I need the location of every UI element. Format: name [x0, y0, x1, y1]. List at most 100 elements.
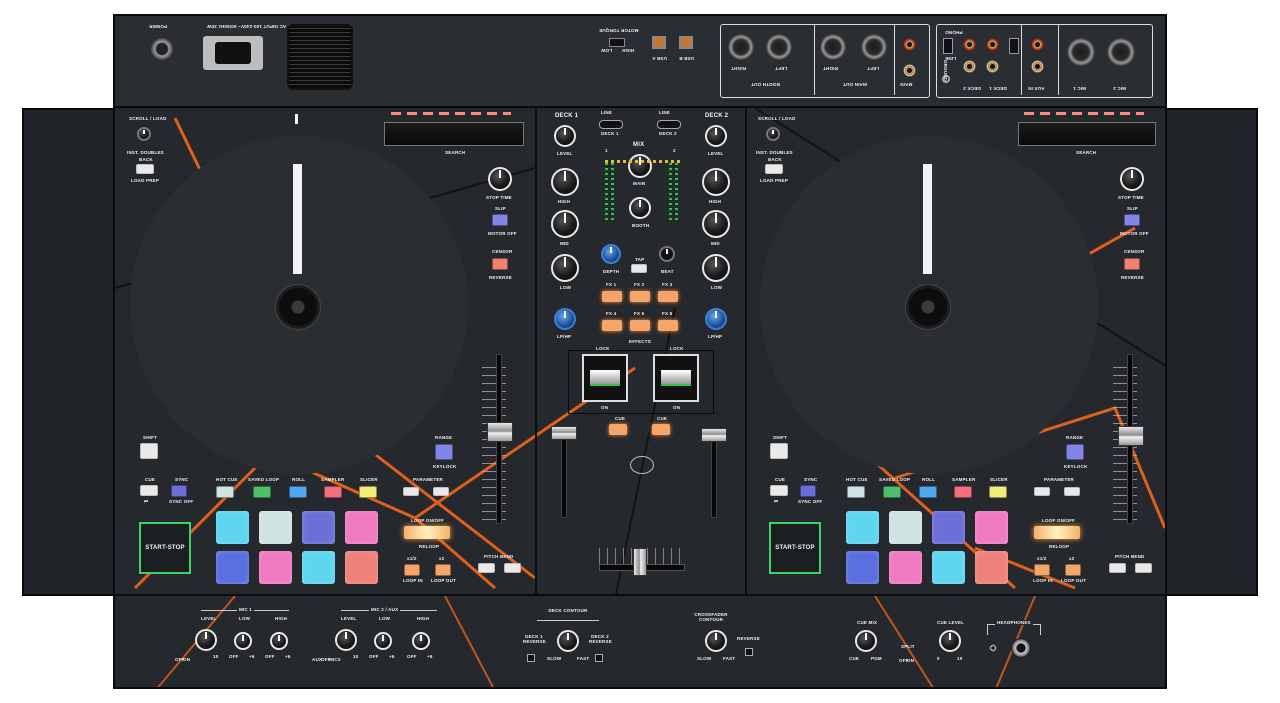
- pad-8[interactable]: [345, 551, 378, 584]
- stop-time-knob[interactable]: [488, 167, 512, 191]
- deck2-level-knob[interactable]: [705, 125, 727, 147]
- fx6-button[interactable]: [658, 320, 678, 331]
- deck2-channel-fader[interactable]: [701, 428, 727, 442]
- deck1-level-knob[interactable]: [554, 125, 576, 147]
- scroll-load-knob[interactable]: [137, 127, 151, 141]
- crossfader-contour-knob[interactable]: [705, 630, 727, 652]
- keylock-button-right[interactable]: [1066, 444, 1084, 460]
- back-button-right[interactable]: [765, 164, 783, 174]
- slicer-button-right[interactable]: [989, 486, 1007, 498]
- roll-button[interactable]: [289, 486, 307, 498]
- deck1-cue-button[interactable]: [609, 424, 627, 435]
- fx5-button[interactable]: [630, 320, 650, 331]
- shift-button[interactable]: [140, 443, 158, 459]
- pad-3-right[interactable]: [932, 511, 965, 544]
- pad-1[interactable]: [216, 511, 249, 544]
- deck1-mid-knob[interactable]: [551, 210, 579, 238]
- pad-7-right[interactable]: [932, 551, 965, 584]
- slip-button-right[interactable]: [1124, 214, 1140, 226]
- roll-button-right[interactable]: [919, 486, 937, 498]
- deck2-cue-button[interactable]: [652, 424, 670, 435]
- deck2-fx-paddle[interactable]: [653, 354, 699, 402]
- deck1-channel-fader[interactable]: [551, 426, 577, 440]
- pitch-bend-minus-button-right[interactable]: [1109, 563, 1126, 573]
- pad-1-right[interactable]: [846, 511, 879, 544]
- booth-knob[interactable]: [629, 197, 651, 219]
- pad-4[interactable]: [345, 511, 378, 544]
- deck2-phono-line-switch[interactable]: [1009, 38, 1019, 54]
- censor-button-right[interactable]: [1124, 258, 1140, 270]
- cue-level-knob[interactable]: [939, 630, 961, 652]
- hot-cue-button[interactable]: [216, 486, 234, 498]
- mic1-high-knob[interactable]: [270, 632, 288, 650]
- pitch-bend-plus-button[interactable]: [504, 563, 521, 573]
- loop-in-button-right[interactable]: [1034, 564, 1050, 576]
- sync-button-right[interactable]: [800, 485, 816, 497]
- pad-6-right[interactable]: [889, 551, 922, 584]
- scroll-load-knob-right[interactable]: [766, 127, 780, 141]
- censor-button[interactable]: [492, 258, 508, 270]
- search-strip-right[interactable]: [1018, 122, 1156, 146]
- loop-on-off-button[interactable]: [404, 526, 450, 539]
- usb-a-port[interactable]: [652, 36, 666, 49]
- pad-5-right[interactable]: [846, 551, 879, 584]
- deck2-filter-knob[interactable]: [705, 308, 727, 330]
- mic1-level-knob[interactable]: [195, 629, 217, 651]
- saved-loop-button-right[interactable]: [883, 486, 901, 498]
- fx-depth-knob[interactable]: [601, 244, 621, 264]
- sync-button[interactable]: [171, 485, 187, 497]
- deck1-input-selector[interactable]: [599, 120, 623, 129]
- hot-cue-button-right[interactable]: [847, 486, 865, 498]
- mic2-level-knob[interactable]: [335, 629, 357, 651]
- deck2-low-knob[interactable]: [702, 254, 730, 282]
- xf-reverse-switch[interactable]: [745, 648, 753, 656]
- slip-button[interactable]: [492, 214, 508, 226]
- sampler-button[interactable]: [324, 486, 342, 498]
- deck1-phono-line-switch[interactable]: [943, 38, 953, 54]
- fx4-button[interactable]: [602, 320, 622, 331]
- shift-button-right[interactable]: [770, 443, 788, 459]
- pad-3[interactable]: [302, 511, 335, 544]
- search-strip[interactable]: [384, 122, 524, 146]
- cue-button[interactable]: [140, 485, 158, 496]
- pad-2-right[interactable]: [889, 511, 922, 544]
- pitch-bend-minus-button[interactable]: [478, 563, 495, 573]
- fx2-button[interactable]: [630, 291, 650, 302]
- cue-button-right[interactable]: [770, 485, 788, 496]
- parameter-right-button[interactable]: [433, 487, 449, 496]
- deck2-reverse-switch[interactable]: [595, 654, 603, 662]
- stop-time-knob-right[interactable]: [1120, 167, 1144, 191]
- pitch-bend-plus-button-right[interactable]: [1135, 563, 1152, 573]
- power-switch[interactable]: [151, 38, 173, 60]
- deck1-reverse-switch[interactable]: [527, 654, 535, 662]
- saved-loop-button[interactable]: [253, 486, 271, 498]
- pitch-fader-right[interactable]: [1118, 426, 1144, 446]
- motor-torque-switch[interactable]: [609, 38, 625, 47]
- sampler-button-right[interactable]: [954, 486, 972, 498]
- beat-knob[interactable]: [659, 246, 675, 262]
- deck2-high-knob[interactable]: [702, 168, 730, 196]
- deck-contour-knob[interactable]: [557, 630, 579, 652]
- usb-b-port[interactable]: [679, 36, 693, 49]
- cue-mix-knob[interactable]: [855, 630, 877, 652]
- fx3-button[interactable]: [658, 291, 678, 302]
- parameter-left-button[interactable]: [403, 487, 419, 496]
- deck2-mid-knob[interactable]: [702, 210, 730, 238]
- mic2-high-knob[interactable]: [412, 632, 430, 650]
- pad-2[interactable]: [259, 511, 292, 544]
- loop-out-button-right[interactable]: [1065, 564, 1081, 576]
- mic2-low-knob[interactable]: [374, 632, 392, 650]
- pad-8-right[interactable]: [975, 551, 1008, 584]
- deck2-input-selector[interactable]: [657, 120, 681, 129]
- loop-out-button[interactable]: [435, 564, 451, 576]
- fx1-button[interactable]: [602, 291, 622, 302]
- pad-7[interactable]: [302, 551, 335, 584]
- parameter-left-button-right[interactable]: [1034, 487, 1050, 496]
- deck1-filter-knob[interactable]: [554, 308, 576, 330]
- slicer-button[interactable]: [359, 486, 377, 498]
- tap-button[interactable]: [631, 264, 647, 273]
- loop-in-button[interactable]: [404, 564, 420, 576]
- pitch-fader[interactable]: [487, 422, 513, 442]
- pad-4-right[interactable]: [975, 511, 1008, 544]
- deck1-high-knob[interactable]: [551, 168, 579, 196]
